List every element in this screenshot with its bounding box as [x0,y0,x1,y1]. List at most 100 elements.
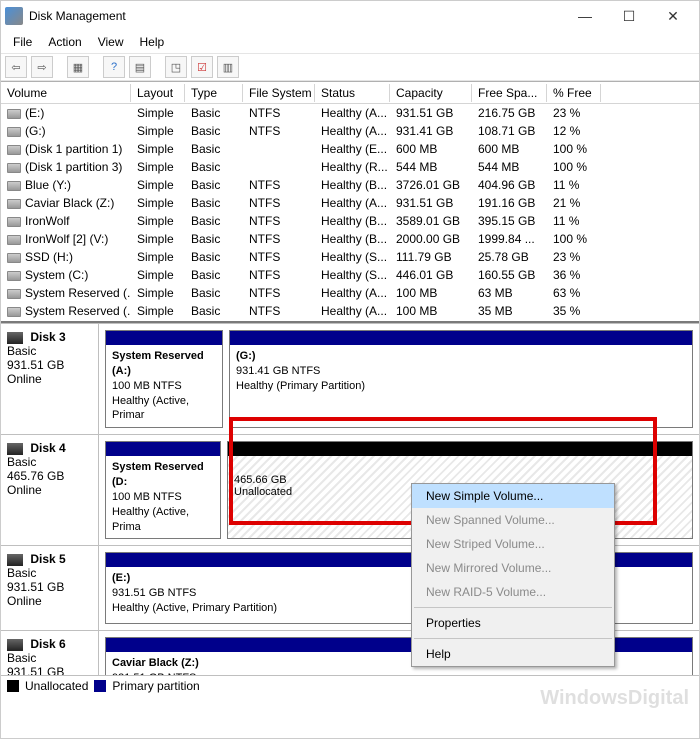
volume-row[interactable]: (Disk 1 partition 1)SimpleBasicHealthy (… [1,140,699,158]
col-filesystem[interactable]: File System [243,84,315,102]
menu-item-new-mirrored-volume[interactable]: New Mirrored Volume... [412,556,614,580]
volume-icon [7,307,21,317]
disk-label: Disk 4 Basic 465.76 GB Online [1,435,99,545]
menubar: File Action View Help [1,31,699,53]
partition-status: Healthy (Active, Primary Partition) [112,602,277,614]
disk-size: 931.51 GB [7,580,64,594]
menu-separator [414,638,612,639]
check-button[interactable]: ☑ [191,56,213,78]
volume-list-header: Volume Layout Type File System Status Ca… [1,82,699,104]
col-free[interactable]: Free Spa... [472,84,547,102]
partition-name: (G:) [236,350,256,362]
partition-g[interactable]: (G:) 931.41 GB NTFS Healthy (Primary Par… [229,330,693,428]
volume-row[interactable]: Blue (Y:)SimpleBasicNTFSHealthy (B...372… [1,176,699,194]
partition-system-reserved-a[interactable]: System Reserved (A:) 100 MB NTFS Healthy… [105,330,223,428]
disk-size: 931.51 GB [7,358,64,372]
disk-label: Disk 6 Basic 931.51 GB [1,631,99,675]
partition-info: 931.51 GB NTFS [112,672,196,675]
list-button[interactable]: ▥ [217,56,239,78]
menu-file[interactable]: File [5,33,40,51]
disk-title: Disk 5 [30,552,65,566]
volume-row[interactable]: SSD (H:)SimpleBasicNTFSHealthy (S...111.… [1,248,699,266]
grid-view-button[interactable]: ▦ [67,56,89,78]
menu-action[interactable]: Action [40,33,89,51]
disk-row-3[interactable]: Disk 3 Basic 931.51 GB Online System Res… [1,323,699,434]
legend-label-primary: Primary partition [112,679,199,693]
disk-type: Basic [7,566,36,580]
col-type[interactable]: Type [185,84,243,102]
partition-bar [106,331,222,345]
menu-item-new-simple-volume[interactable]: New Simple Volume... [412,484,614,508]
partition-info: 931.41 GB NTFS [236,365,320,377]
disk-size: 465.76 GB [7,469,64,483]
disk-title: Disk 3 [30,330,65,344]
volume-icon [7,181,21,191]
volume-list: Volume Layout Type File System Status Ca… [1,81,699,320]
disk-icon [7,639,23,651]
partition-status: Healthy (Active, Prima [112,506,189,533]
disk-icon [7,332,23,344]
col-percent[interactable]: % Free [547,84,601,102]
volume-row[interactable]: (E:)SimpleBasicNTFSHealthy (A...931.51 G… [1,104,699,122]
volume-row[interactable]: System (C:)SimpleBasicNTFSHealthy (S...4… [1,266,699,284]
help-button[interactable]: ? [103,56,125,78]
menu-view[interactable]: View [90,33,132,51]
col-layout[interactable]: Layout [131,84,185,102]
back-button[interactable]: ⇦ [5,56,27,78]
partition-info: 100 MB NTFS [112,491,182,503]
partition-status: Healthy (Primary Partition) [236,380,365,392]
disk-label: Disk 3 Basic 931.51 GB Online [1,324,99,434]
disk-type: Basic [7,344,36,358]
col-volume[interactable]: Volume [1,84,131,102]
disk-status: Online [7,594,42,608]
window-title: Disk Management [29,9,126,23]
maximize-button[interactable]: ☐ [607,2,651,30]
legend-label-unallocated: Unallocated [25,679,88,693]
disk-icon [7,443,23,455]
partition-bar [228,442,692,456]
forward-button[interactable]: ⇨ [31,56,53,78]
volume-icon [7,145,21,155]
partition-name: System Reserved (A:) [112,350,204,377]
volume-icon [7,235,21,245]
legend-swatch-primary [94,680,106,692]
volume-row[interactable]: System Reserved (...SimpleBasicNTFSHealt… [1,302,699,320]
menu-item-new-spanned-volume[interactable]: New Spanned Volume... [412,508,614,532]
partition-name: System Reserved (D: [112,461,204,488]
legend: Unallocated Primary partition [1,675,699,695]
volume-icon [7,127,21,137]
close-button[interactable]: ✕ [651,2,695,30]
panel-button[interactable]: ▤ [129,56,151,78]
volume-row[interactable]: System Reserved (...SimpleBasicNTFSHealt… [1,284,699,302]
volume-row[interactable]: (Disk 1 partition 3)SimpleBasicHealthy (… [1,158,699,176]
partition-info: 100 MB NTFS [112,380,182,392]
col-capacity[interactable]: Capacity [390,84,472,102]
disk-label: Disk 5 Basic 931.51 GB Online [1,546,99,630]
volume-row[interactable]: Caviar Black (Z:)SimpleBasicNTFSHealthy … [1,194,699,212]
col-status[interactable]: Status [315,84,390,102]
partition-bar [106,442,220,456]
minimize-button[interactable]: — [563,2,607,30]
volume-row[interactable]: IronWolf [2] (V:)SimpleBasicNTFSHealthy … [1,230,699,248]
menu-item-new-raid5-volume[interactable]: New RAID-5 Volume... [412,580,614,604]
menu-help[interactable]: Help [132,33,173,51]
partition-system-reserved-d[interactable]: System Reserved (D: 100 MB NTFS Healthy … [105,441,221,539]
app-icon [5,7,23,25]
menu-item-help[interactable]: Help [412,642,614,666]
menu-item-properties[interactable]: Properties [412,611,614,635]
disk-partitions: System Reserved (A:) 100 MB NTFS Healthy… [99,324,699,434]
volume-icon [7,199,21,209]
volume-icon [7,253,21,263]
menu-separator [414,607,612,608]
unallocated-size: 465.66 GB [234,474,287,486]
volume-row[interactable]: (G:)SimpleBasicNTFSHealthy (A...931.41 G… [1,122,699,140]
volume-row[interactable]: IronWolfSimpleBasicNTFSHealthy (B...3589… [1,212,699,230]
disk-status: Online [7,372,42,386]
properties-button[interactable]: ◳ [165,56,187,78]
volume-icon [7,163,21,173]
volume-list-body: (E:)SimpleBasicNTFSHealthy (A...931.51 G… [1,104,699,320]
unallocated-label: Unallocated [234,486,292,498]
volume-icon [7,217,21,227]
partition-name: (E:) [112,572,130,584]
menu-item-new-striped-volume[interactable]: New Striped Volume... [412,532,614,556]
